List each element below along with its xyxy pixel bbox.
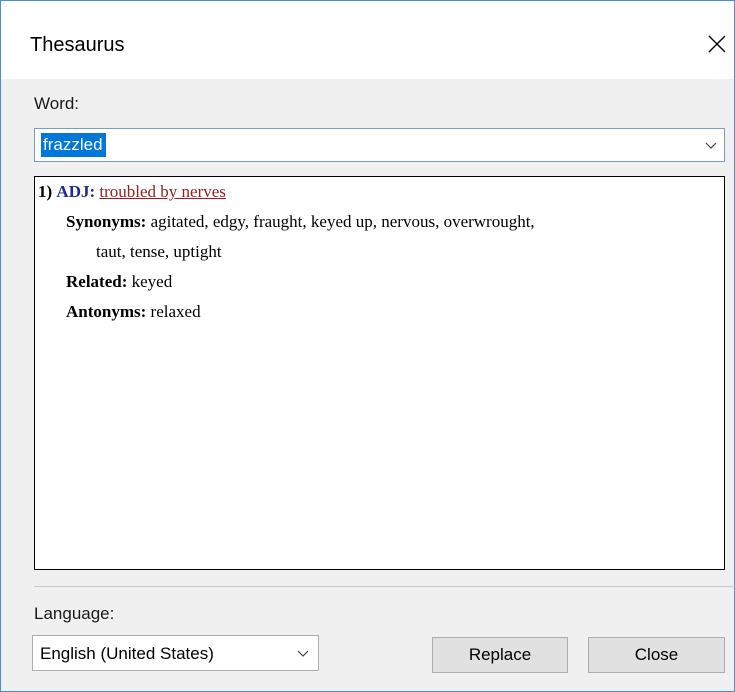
entry-number: 1) <box>38 182 53 201</box>
word-combobox[interactable]: frazzled <box>34 128 725 162</box>
part-of-speech: ADJ: <box>56 182 96 201</box>
thesaurus-dialog: Thesaurus Word: frazzled 1) ADJ: trouble… <box>0 0 735 692</box>
synonyms-label: Synonyms: <box>66 212 147 231</box>
synonyms-list[interactable]: agitated, edgy, fraught, keyed up, nervo… <box>151 212 535 231</box>
synonyms-row-continued: taut, tense, uptight <box>96 237 222 267</box>
divider <box>34 586 735 587</box>
language-label: Language: <box>34 604 115 623</box>
replace-button[interactable]: Replace <box>432 637 568 673</box>
language-selected-value: English (United States) <box>40 644 214 663</box>
close-icon[interactable] <box>701 29 731 59</box>
definition-link[interactable]: troubled by nerves <box>99 182 226 201</box>
language-select[interactable]: English (United States) <box>32 635 319 671</box>
related-label: Related: <box>66 272 128 291</box>
related-row: Related: keyed <box>66 267 172 297</box>
chevron-down-icon[interactable] <box>296 647 310 661</box>
thesaurus-results[interactable]: 1) ADJ: troubled by nerves Synonyms: agi… <box>34 176 725 570</box>
synonyms-list-continued[interactable]: taut, tense, uptight <box>96 242 222 261</box>
close-button[interactable]: Close <box>588 637 725 673</box>
title-bar[interactable]: Thesaurus <box>1 1 734 79</box>
word-input[interactable]: frazzled <box>41 133 106 157</box>
related-list[interactable]: keyed <box>132 272 173 291</box>
antonyms-row: Antonyms: relaxed <box>66 297 201 327</box>
entry-header: 1) ADJ: troubled by nerves <box>38 177 226 207</box>
word-label: Word: <box>34 94 80 113</box>
synonyms-row: Synonyms: agitated, edgy, fraught, keyed… <box>66 207 535 237</box>
chevron-down-icon[interactable] <box>704 139 718 153</box>
antonyms-label: Antonyms: <box>66 302 147 321</box>
antonyms-list[interactable]: relaxed <box>151 302 201 321</box>
dialog-title: Thesaurus <box>30 34 125 56</box>
